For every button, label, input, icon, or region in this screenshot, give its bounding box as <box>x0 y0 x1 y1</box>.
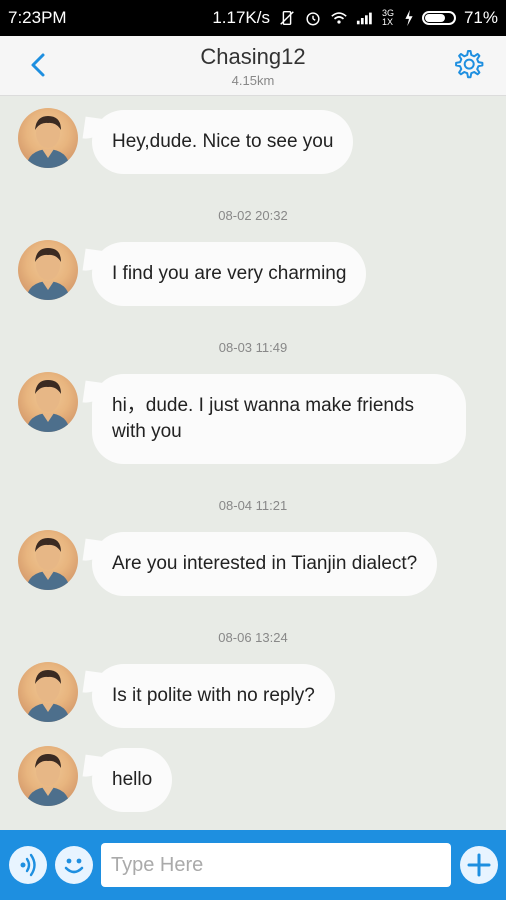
battery-percent: 71% <box>463 8 498 27</box>
message-row: Are you interested in Tianjin dialect? <box>18 530 438 596</box>
message-timestamp: 08-04 11:21 <box>218 498 288 513</box>
message-timestamp: 08-02 20:32 <box>218 208 288 223</box>
message-timestamp: 08-06 13:24 <box>218 630 288 645</box>
add-button[interactable] <box>460 846 498 884</box>
message-row: hello <box>18 746 173 812</box>
message-bubble: hi，dude. I just wanna make friends with … <box>92 374 466 464</box>
avatar[interactable] <box>18 530 78 590</box>
contact-name: Chasing12 <box>200 44 306 69</box>
network-type: 3G 1X <box>381 8 394 27</box>
charging-icon <box>404 9 414 27</box>
message-row: Is it polite with no reply? <box>18 662 335 728</box>
message-bubble: I find you are very charming <box>92 242 367 306</box>
status-time: 7:23PM <box>8 8 67 27</box>
message-bubble: Are you interested in Tianjin dialect? <box>92 532 438 596</box>
gear-icon <box>455 50 484 79</box>
message-row: I find you are very charming <box>18 240 367 306</box>
emoji-button[interactable] <box>55 846 93 884</box>
message-bubble: Hey,dude. Nice to see you <box>92 110 354 174</box>
message-timestamp: 08-03 11:49 <box>218 340 288 355</box>
signal-icon <box>356 9 374 27</box>
avatar[interactable] <box>18 746 78 806</box>
message-bubble: hello <box>92 748 173 812</box>
network-speed: 1.17K/s <box>212 8 270 27</box>
avatar[interactable] <box>18 372 78 432</box>
message-row: hi，dude. I just wanna make friends with … <box>18 372 466 464</box>
emoji-icon <box>64 858 84 874</box>
avatar[interactable] <box>18 240 78 300</box>
vibrate-off-icon <box>278 9 296 27</box>
status-bar: 7:23PM 1.17K/s 3G 1X 71% <box>0 0 506 36</box>
battery-icon <box>421 11 456 25</box>
alarm-icon <box>304 9 322 27</box>
plus-icon <box>467 853 491 877</box>
message-list[interactable]: Hey,dude. Nice to see you 08-02 20:32 I … <box>0 96 506 830</box>
message-row: Hey,dude. Nice to see you <box>18 108 354 174</box>
voice-button[interactable] <box>9 846 47 884</box>
status-indicators: 1.17K/s 3G 1X 71% <box>212 8 498 28</box>
wifi-icon <box>330 9 348 27</box>
settings-button[interactable] <box>452 48 484 80</box>
voice-icon <box>20 853 36 877</box>
message-input-bar <box>0 830 506 900</box>
chat-header: Chasing12 4.15km <box>0 36 506 96</box>
avatar[interactable] <box>18 108 78 168</box>
contact-distance: 4.15km <box>231 73 275 88</box>
message-input[interactable] <box>101 843 451 887</box>
message-bubble: Is it polite with no reply? <box>92 664 335 728</box>
battery-level <box>424 14 445 22</box>
avatar[interactable] <box>18 662 78 722</box>
